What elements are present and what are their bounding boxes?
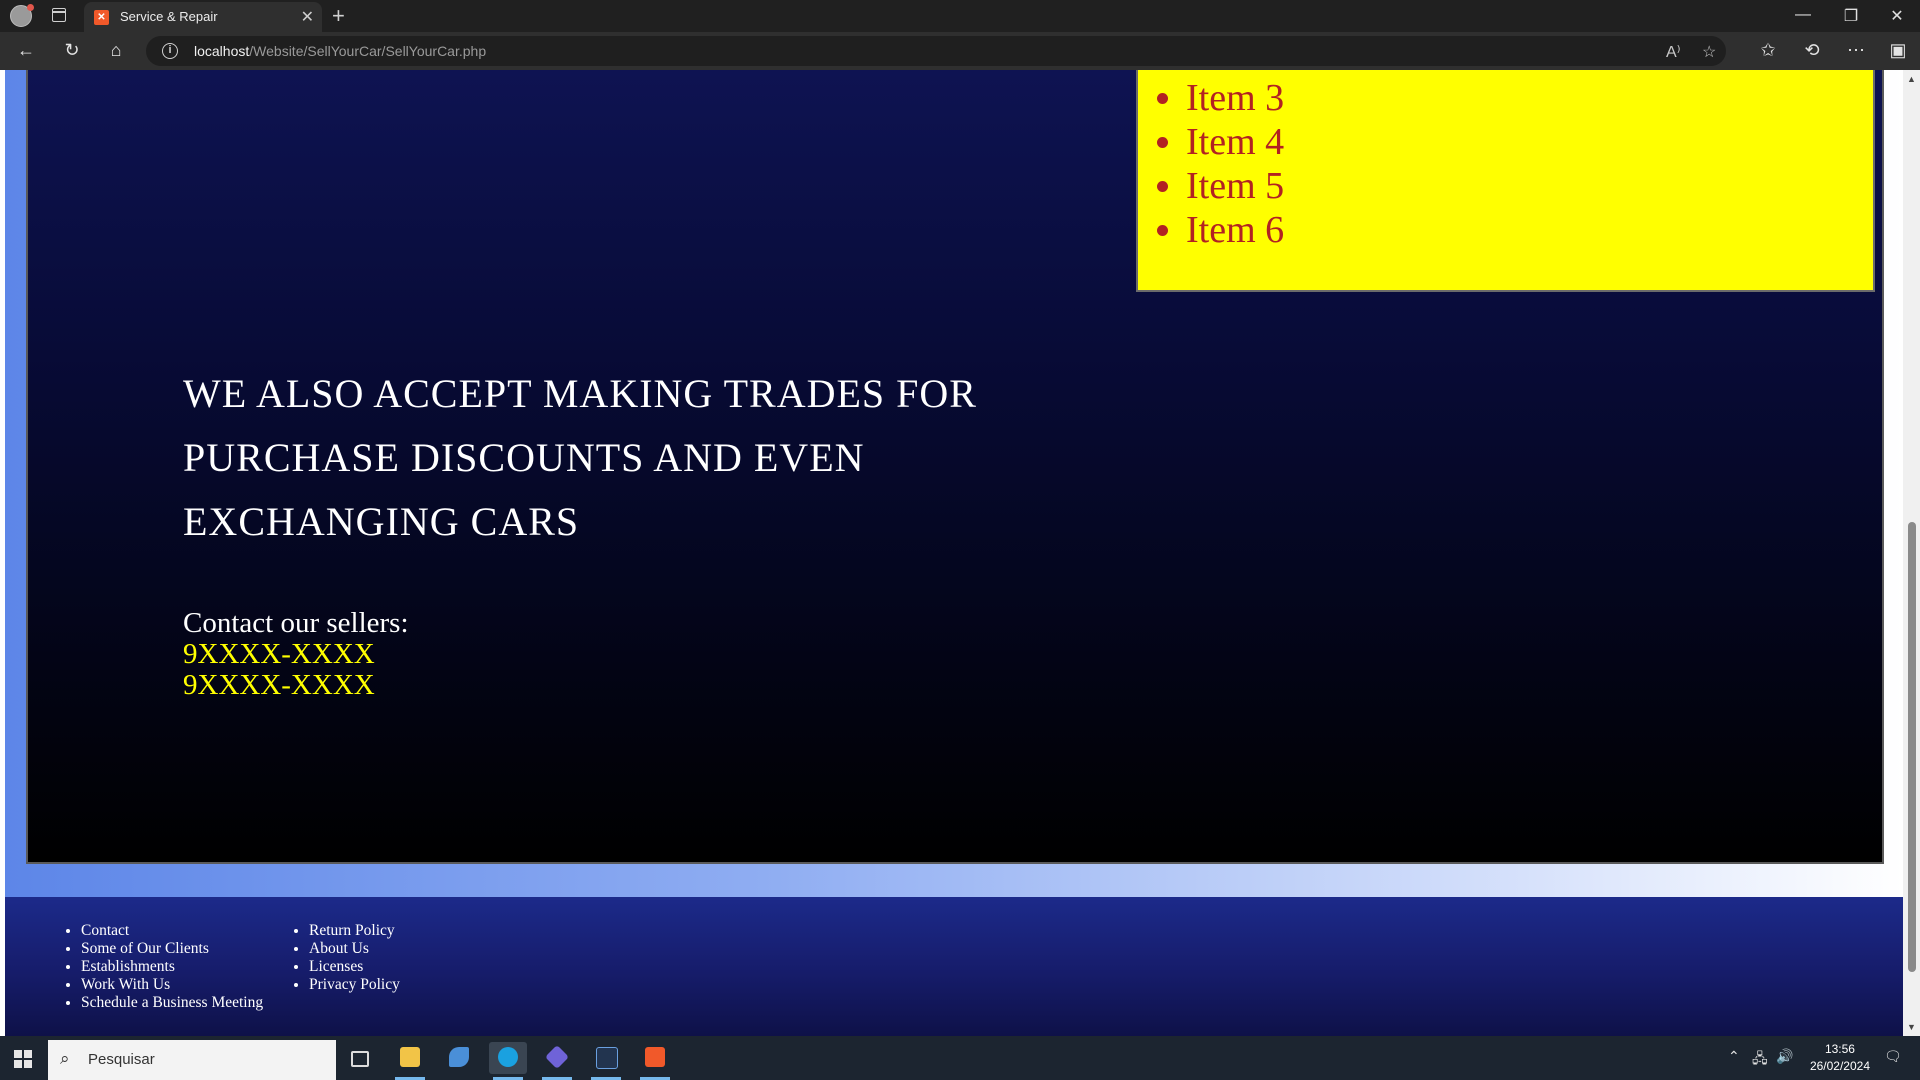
footer-link-contact[interactable]: Contact (81, 922, 263, 940)
favorite-star-icon[interactable]: ☆ (1702, 42, 1716, 62)
profile-notification-dot (27, 4, 34, 11)
code-editor-icon[interactable] (587, 1042, 625, 1080)
edge-browser-icon[interactable] (489, 1042, 527, 1080)
minimize-icon[interactable]: — (1788, 6, 1818, 24)
list-item: Item 6 (1186, 208, 1873, 252)
clock-time: 13:56 (1824, 1042, 1855, 1056)
task-view-icon[interactable] (340, 1042, 378, 1074)
footer-link-work-with-us[interactable]: Work With Us (81, 976, 263, 994)
page-footer: Contact Some of Our Clients Establishmen… (5, 897, 1903, 1036)
address-bar[interactable]: i localhost/Website/SellYourCar/SellYour… (146, 36, 1726, 66)
browser-tab[interactable]: ✕ Service & Repair ✕ (84, 2, 322, 32)
contact-block: Contact our sellers: 9XXXX-XXXX 9XXXX-XX… (183, 608, 409, 701)
clock-date: 26/02/2024 (1809, 1059, 1870, 1073)
app-icon[interactable] (440, 1042, 478, 1074)
heading-line: EXCHANGING CARS (183, 499, 580, 544)
footer-link-about-us[interactable]: About Us (309, 940, 400, 958)
tray-chevron-icon[interactable]: ⌃ (1728, 1048, 1740, 1065)
item-list: Item 3 Item 4 Item 5 Item 6 (1138, 70, 1873, 252)
scroll-up-icon[interactable]: ▲ (1907, 74, 1916, 84)
taskbar-clock[interactable]: 13:56 26/02/2024 (1810, 1041, 1870, 1075)
trade-heading: WE ALSO ACCEPT MAKING TRADES FOR PURCHAS… (183, 362, 1043, 554)
footer-link-clients[interactable]: Some of Our Clients (81, 940, 263, 958)
windows-taskbar: ⌕ Pesquisar ⌃ 🖧 🔊 13:56 26/02/2024 🗨 (0, 1036, 1920, 1080)
app-icon[interactable] (538, 1042, 576, 1080)
footer-links-column-2: Return Policy About Us Licenses Privacy … (289, 922, 400, 994)
heading-line: PURCHASE DISCOUNTS AND EVEN (183, 435, 865, 480)
taskbar-search-box[interactable]: ⌕ Pesquisar (48, 1040, 336, 1080)
search-icon: ⌕ (60, 1049, 70, 1068)
xampp-icon: ✕ (94, 10, 109, 25)
list-item: Item 4 (1186, 120, 1873, 164)
list-item: Item 3 (1186, 76, 1873, 120)
url-path: /Website/SellYourCar/SellYourCar.php (249, 43, 487, 59)
tab-close-icon[interactable]: ✕ (301, 7, 314, 27)
read-aloud-icon[interactable]: A⁾ (1666, 42, 1681, 62)
volume-icon[interactable]: 🔊 (1776, 1048, 1793, 1065)
hero-section: Item 3 Item 4 Item 5 Item 6 WE ALSO ACCE… (26, 70, 1884, 864)
footer-link-establishments[interactable]: Establishments (81, 958, 263, 976)
heading-line: WE ALSO ACCEPT MAKING TRADES FOR (183, 371, 977, 416)
page-scrollbar[interactable]: ▲ ▼ (1903, 70, 1920, 1036)
new-tab-icon[interactable]: + (332, 3, 345, 29)
page-background: Item 3 Item 4 Item 5 Item 6 WE ALSO ACCE… (5, 70, 1903, 897)
item-list-box: Item 3 Item 4 Item 5 Item 6 (1136, 70, 1875, 292)
scrollbar-thumb[interactable] (1908, 522, 1916, 972)
contact-label: Contact our sellers: (183, 607, 409, 639)
favorites-icon[interactable]: ✩ (1756, 40, 1780, 61)
sidebar-icon[interactable]: ▣ (1886, 40, 1910, 61)
xampp-icon[interactable] (636, 1042, 674, 1080)
browser-titlebar: ✕ Service & Repair ✕ + — ❐ ✕ (0, 0, 1920, 32)
url-host: localhost (194, 43, 250, 59)
footer-link-return-policy[interactable]: Return Policy (309, 922, 400, 940)
notifications-icon[interactable]: 🗨 (1884, 1048, 1902, 1065)
footer-link-business-meeting[interactable]: Schedule a Business Meeting (81, 994, 263, 1012)
home-icon[interactable]: ⌂ (104, 40, 128, 61)
windows-start-icon[interactable] (14, 1050, 32, 1068)
restore-icon[interactable]: ❐ (1836, 6, 1866, 26)
page-viewport: Item 3 Item 4 Item 5 Item 6 WE ALSO ACCE… (0, 70, 1903, 1036)
list-item: Item 5 (1186, 164, 1873, 208)
close-window-icon[interactable]: ✕ (1882, 6, 1912, 26)
footer-links-column-1: Contact Some of Our Clients Establishmen… (61, 922, 263, 1012)
refresh-icon[interactable]: ↻ (60, 40, 84, 61)
more-icon[interactable]: ⋯ (1844, 40, 1868, 61)
url-text[interactable]: localhost/Website/SellYourCar/SellYourCa… (194, 43, 486, 59)
tab-actions-icon[interactable] (52, 8, 66, 22)
footer-link-licenses[interactable]: Licenses (309, 958, 400, 976)
file-explorer-icon[interactable] (391, 1042, 429, 1080)
footer-link-privacy-policy[interactable]: Privacy Policy (309, 976, 400, 994)
history-icon[interactable]: ⟲ (1800, 40, 1824, 61)
network-icon[interactable]: 🖧 (1752, 1048, 1768, 1072)
phone-number: 9XXXX-XXXX (183, 638, 375, 670)
scroll-down-icon[interactable]: ▼ (1907, 1022, 1916, 1032)
search-placeholder: Pesquisar (88, 1051, 155, 1068)
browser-navbar: ← ↻ ⌂ i localhost/Website/SellYourCar/Se… (0, 32, 1920, 70)
phone-number: 9XXXX-XXXX (183, 669, 375, 701)
tab-title: Service & Repair (120, 9, 218, 24)
back-icon[interactable]: ← (14, 40, 38, 61)
site-info-icon[interactable]: i (162, 43, 178, 59)
